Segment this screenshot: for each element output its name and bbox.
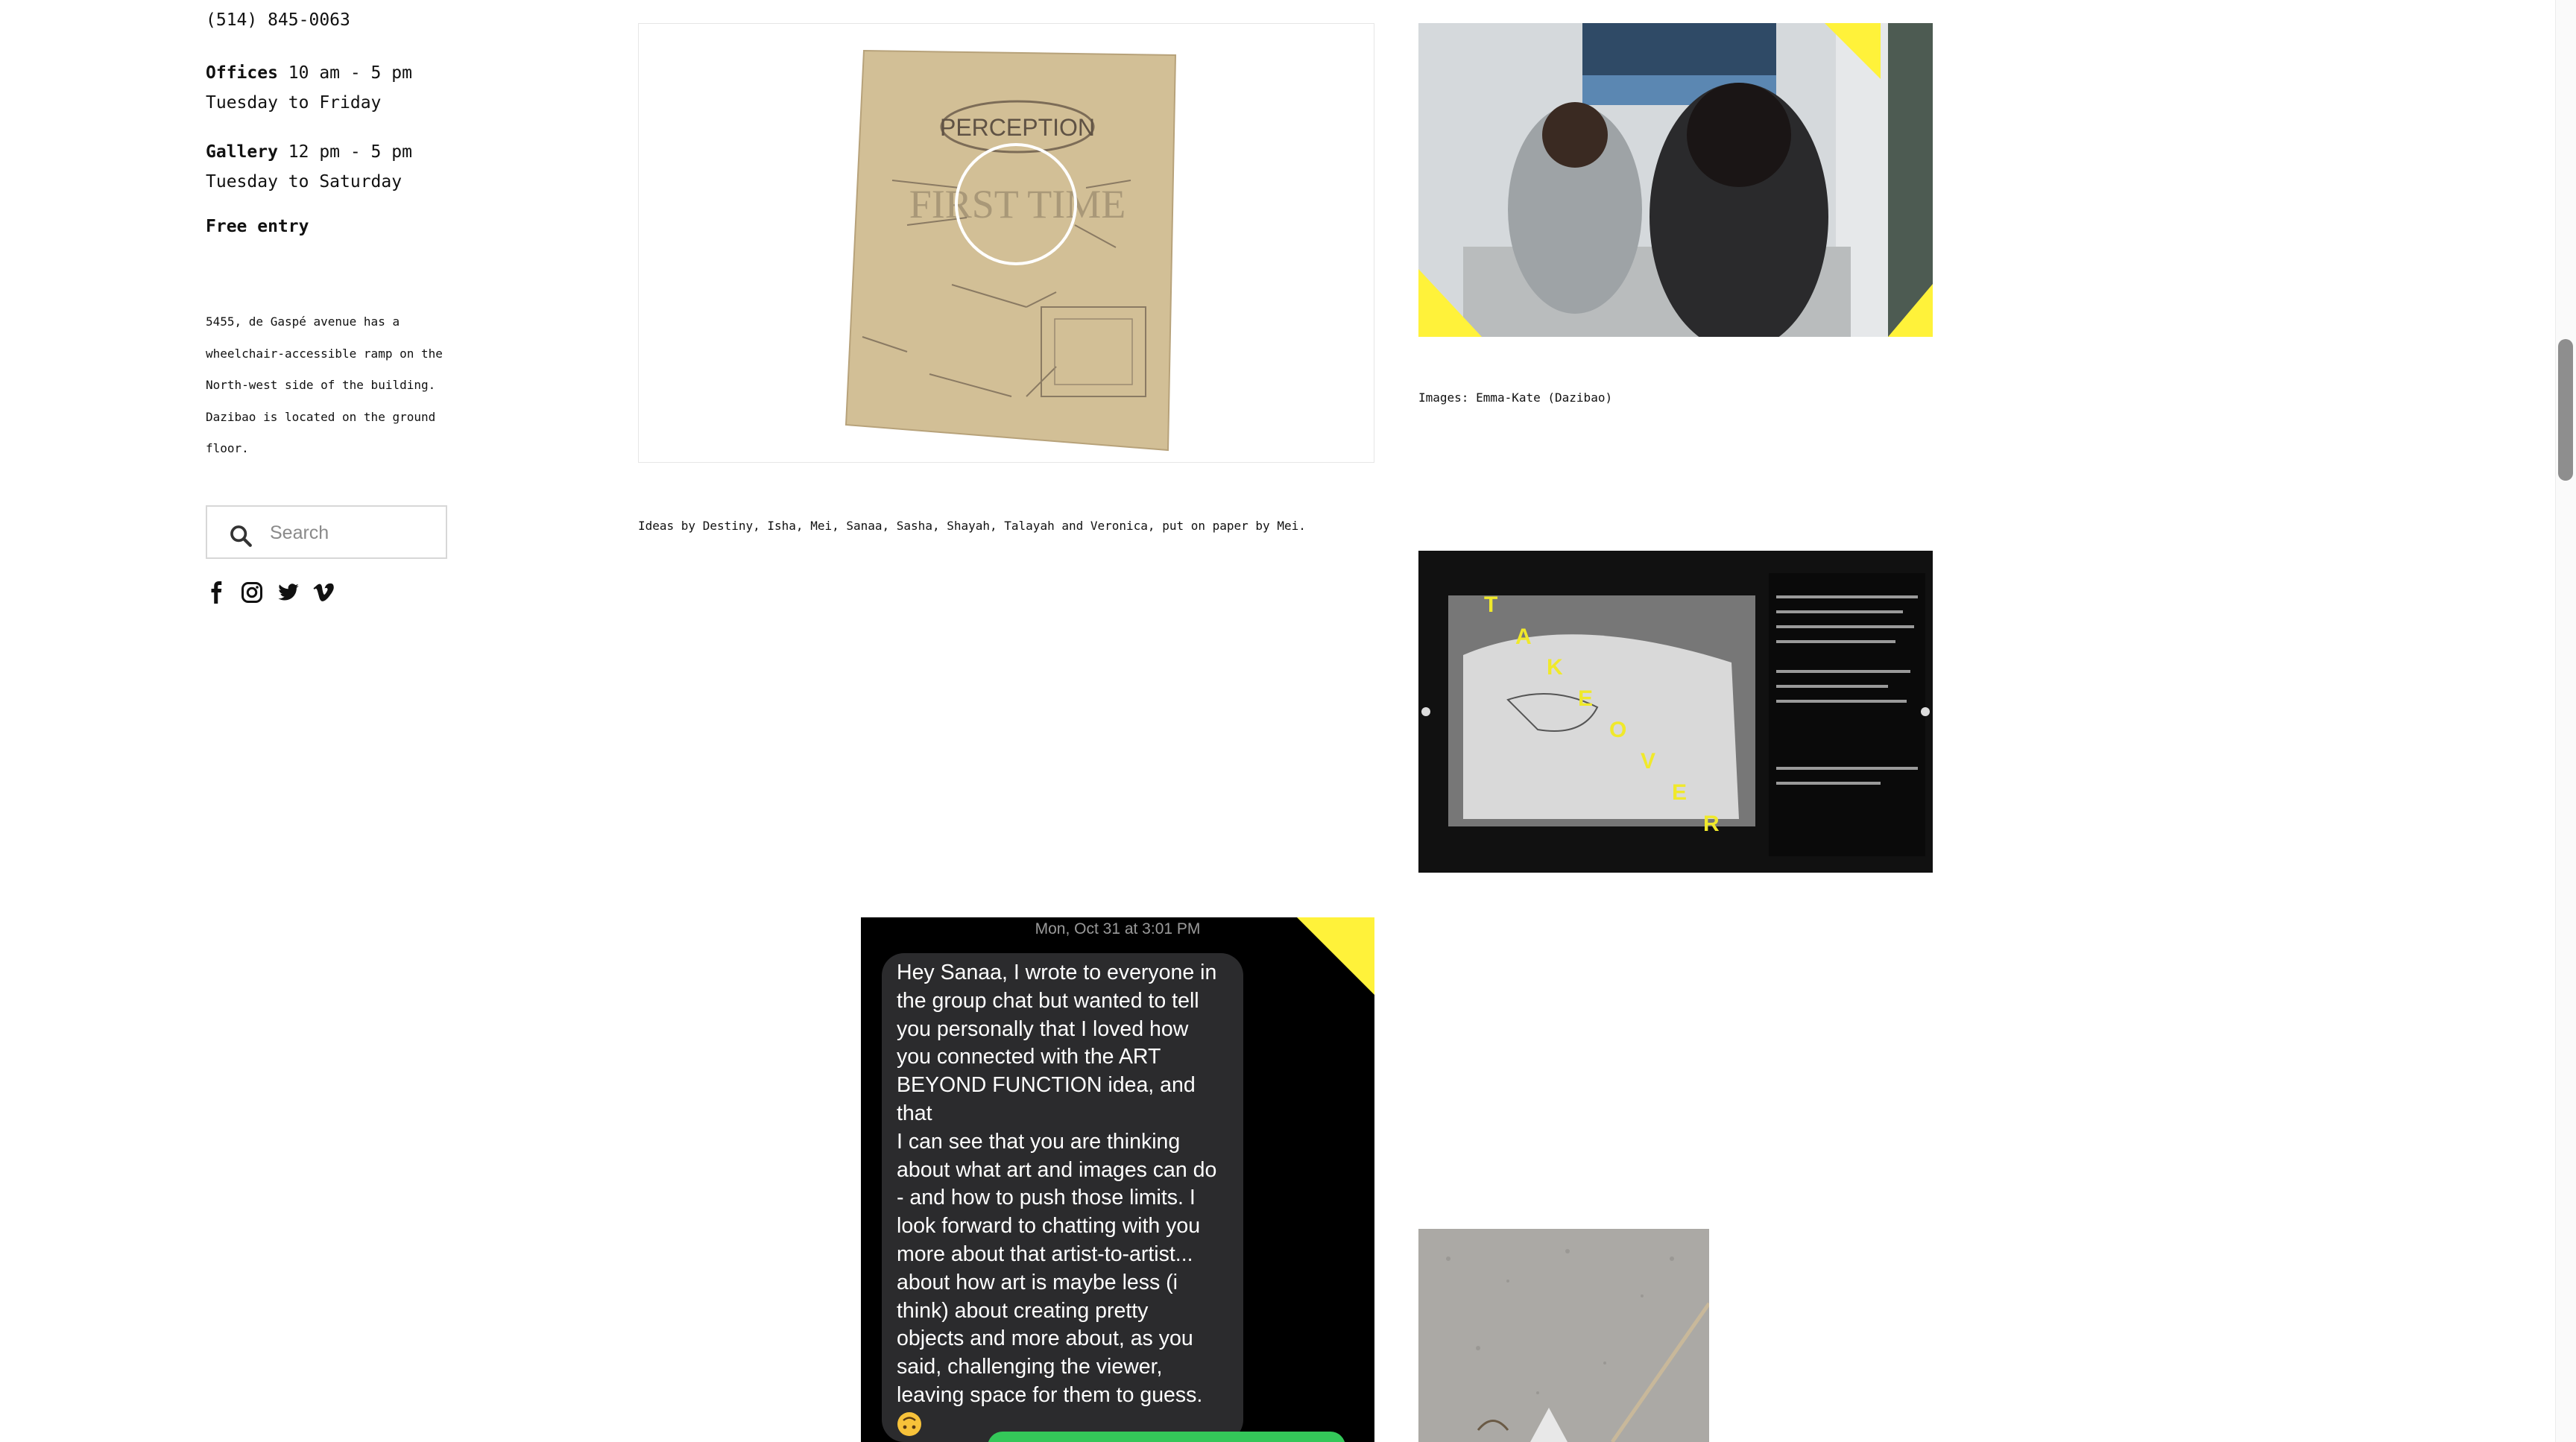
accessibility-line: 5455, de Gaspé avenue has a (206, 314, 400, 329)
offices-label: Offices (206, 63, 278, 83)
scrollbar-track[interactable] (2555, 0, 2576, 1442)
accessibility-info: 5455, de Gaspé avenue has a wheelchair-a… (206, 306, 452, 465)
takeover-letter: E (1578, 686, 1593, 711)
takeover-letter: T (1484, 592, 1497, 617)
phone-number: (514) 845-0063 (206, 10, 350, 30)
message-line: the group chat but wanted to tell (897, 988, 1199, 1013)
takeover-letter: E (1672, 780, 1687, 805)
takeover-letter: K (1547, 655, 1563, 680)
drawing-overlay-words: FIRST TIME (909, 182, 1126, 227)
accessibility-line: Dazibao is located on the ground (206, 409, 436, 424)
message-line: I can see that you are thinking (897, 1129, 1181, 1154)
pavement-photo[interactable] (1418, 1229, 1709, 1442)
accessibility-line: wheelchair-accessible ramp on the (206, 346, 443, 361)
twitter-icon (278, 584, 299, 601)
workshop-photo-art (1418, 23, 1933, 337)
vimeo-icon (313, 583, 334, 601)
message-line: about what art and images can do (897, 1157, 1217, 1182)
search-icon (230, 525, 252, 547)
drawing-title: PERCEPTION (940, 114, 1095, 141)
twitter-link[interactable] (277, 581, 300, 607)
message-line: more about that artist-to-artist... (897, 1242, 1193, 1266)
message-line: look forward to chatting with you (897, 1214, 1201, 1239)
gallery-time: 12 pm - 5 pm (277, 142, 412, 162)
photo-credit-caption: Images: Emma-Kate (Dazibao) (1418, 390, 1613, 405)
takeover-letter: V (1641, 749, 1655, 774)
message-line: you connected with the ART (897, 1045, 1161, 1069)
message-line: about how art is maybe less (i (897, 1270, 1178, 1294)
takeover-art: T A K E O V E R (1418, 551, 1933, 873)
message-line: BEYOND FUNCTION idea, and that (897, 1073, 1196, 1125)
message-screenshot[interactable]: Mon, Oct 31 at 3:01 PM Hey Sanaa, I wrot… (861, 917, 1374, 1442)
search-box[interactable] (206, 505, 447, 559)
takeover-letter: R (1703, 812, 1720, 836)
free-entry: Free entry (206, 217, 309, 236)
message-line: leaving space for them to guess. (897, 1382, 1203, 1407)
drawing-caption: Ideas by Destiny, Isha, Mei, Sanaa, Sash… (638, 519, 1306, 533)
instagram-link[interactable] (241, 581, 263, 607)
instagram-icon (242, 582, 262, 603)
takeover-letter: A (1515, 624, 1532, 649)
message-line: said, challenging the viewer, (897, 1355, 1163, 1379)
offices-days: Tuesday to Friday (206, 93, 382, 113)
gallery-hours: Gallery 12 pm - 5 pm Tuesday to Saturday (206, 137, 412, 197)
vimeo-link[interactable] (312, 581, 335, 607)
pavement-art (1418, 1229, 1709, 1442)
message-date: Mon, Oct 31 at 3:01 PM (1035, 920, 1201, 937)
message-line: objects and more about, as you (897, 1326, 1193, 1351)
message-line: think) about creating pretty (897, 1298, 1149, 1323)
facebook-link[interactable] (206, 581, 228, 607)
offices-time: 10 am - 5 pm (277, 63, 412, 83)
message-text: Hey Sanaa, I wrote to everyone in the gr… (897, 959, 1232, 1442)
facebook-icon (211, 581, 222, 604)
offices-hours: Offices 10 am - 5 pm Tuesday to Friday (206, 58, 412, 118)
upside-down-smile-emoji (897, 1411, 1232, 1442)
drawing-image[interactable]: PERCEPTION FIRST TIME (638, 23, 1374, 463)
takeover-screenshot[interactable]: T A K E O V E R (1418, 551, 1933, 873)
message-line: Hey Sanaa, I wrote to everyone in (897, 961, 1217, 984)
message-line: you personally that I loved how (897, 1016, 1189, 1041)
message-line: - and how to push those limits. I (897, 1186, 1196, 1210)
workshop-photo[interactable] (1418, 23, 1933, 337)
search-input[interactable] (268, 517, 435, 548)
accessibility-line: floor. (206, 441, 249, 455)
accessibility-line: North-west side of the building. (206, 378, 436, 392)
perception-drawing: PERCEPTION FIRST TIME (845, 49, 1177, 452)
gallery-label: Gallery (206, 142, 278, 162)
gallery-days: Tuesday to Saturday (206, 172, 402, 192)
takeover-letter: O (1609, 718, 1626, 742)
scrollbar-thumb[interactable] (2558, 339, 2573, 481)
